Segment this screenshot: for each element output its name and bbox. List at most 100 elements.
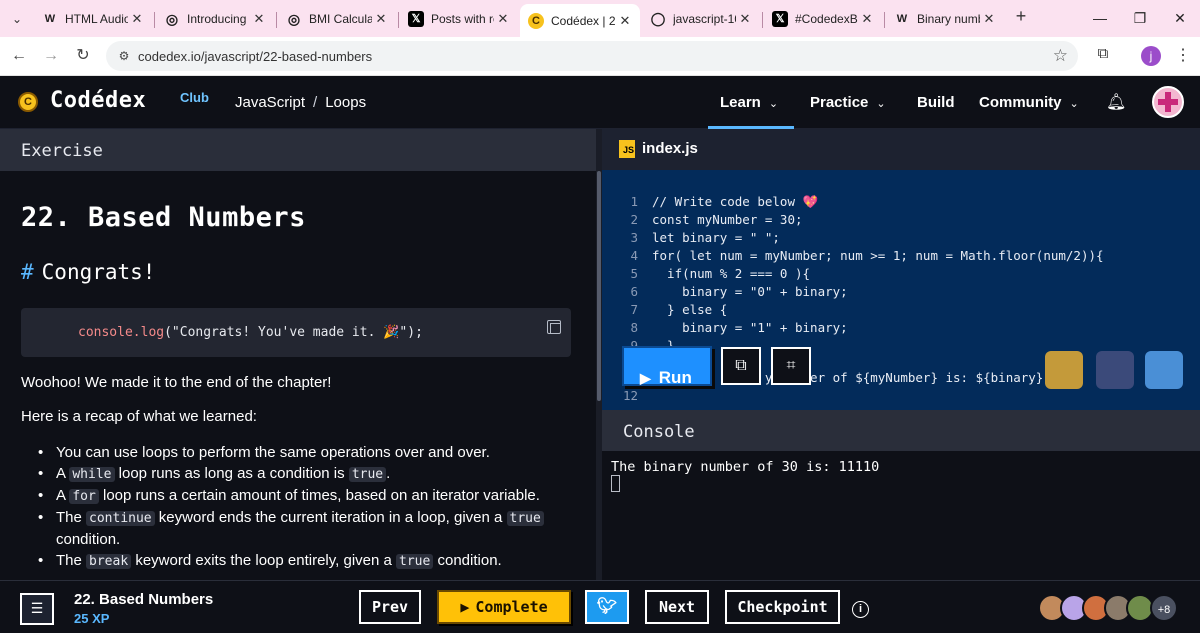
- breadcrumb: JavaScript / Loops: [235, 94, 367, 111]
- reload-icon[interactable]: ↻: [72, 45, 94, 67]
- minimize-icon[interactable]: —: [1080, 6, 1120, 30]
- info-icon[interactable]: i: [852, 601, 869, 618]
- restore-icon[interactable]: ❐: [1120, 6, 1160, 30]
- section-heading: # Congrats!: [21, 260, 156, 284]
- club-badge[interactable]: Club: [180, 90, 209, 105]
- close-icon[interactable]: ✕: [858, 11, 876, 27]
- exercise-header: Exercise: [0, 129, 596, 171]
- menu-list-button[interactable]: ☰: [20, 593, 54, 625]
- code-line: 6 binary = "0" + binary;: [630, 284, 848, 299]
- code-line: 1// Write code below 💖: [630, 194, 819, 209]
- prev-button[interactable]: Prev: [359, 590, 421, 624]
- nav-build[interactable]: Build: [917, 94, 955, 111]
- browser-menu-icon[interactable]: ⋮: [1175, 45, 1191, 65]
- nav-practice[interactable]: Practice ⌄: [810, 94, 886, 111]
- url-text[interactable]: codedex.io/javascript/22-based-numbers: [138, 49, 372, 64]
- recap-intro: Here is a recap of what we learned:: [21, 408, 257, 425]
- openai-icon: ◎: [165, 11, 179, 27]
- notification-bell-icon[interactable]: 🔔︎: [1106, 92, 1126, 112]
- close-icon[interactable]: ✕: [128, 11, 146, 27]
- tab-label: javascript-10: [673, 12, 736, 26]
- copy-code-button[interactable]: ⧉: [721, 347, 761, 385]
- back-icon[interactable]: ←: [8, 45, 30, 67]
- close-icon[interactable]: ✕: [616, 13, 634, 29]
- scrollbar-thumb[interactable]: [597, 171, 601, 401]
- javascript-file-icon: JS: [619, 140, 635, 158]
- code-line: 7 } else {: [630, 302, 728, 317]
- next-button[interactable]: Next: [645, 590, 709, 624]
- tab-label: #CodedexBa: [795, 12, 858, 26]
- intro-text: Woohoo! We made it to the end of the cha…: [21, 374, 332, 391]
- viewer-avatar[interactable]: [1096, 351, 1134, 389]
- play-icon: ▶: [460, 598, 470, 616]
- x-logo-icon: 𝕏: [408, 11, 424, 27]
- checkpoint-button[interactable]: Checkpoint: [725, 590, 840, 624]
- chevron-down-icon: ⌄: [876, 98, 886, 110]
- play-icon: ▶: [640, 370, 651, 386]
- close-icon[interactable]: ✕: [494, 11, 512, 27]
- lesson-pane: Exercise 22. Based Numbers # Congrats! co…: [0, 129, 596, 580]
- screenshot-button[interactable]: ⌗: [771, 347, 811, 385]
- openai-icon: ◎: [287, 11, 301, 27]
- nav-community[interactable]: Community ⌄: [979, 94, 1079, 111]
- console-output: The binary number of 30 is: 11110: [611, 459, 880, 475]
- chevron-down-icon: ⌄: [768, 98, 779, 110]
- tab-search-icon[interactable]: ⌄: [6, 8, 28, 30]
- camera-icon: ⌗: [786, 357, 796, 374]
- close-icon[interactable]: ✕: [372, 11, 390, 27]
- browser-tab-bar: ⌄ W HTML Audio ✕ ◎ Introducing C ✕ ◎ BMI…: [0, 0, 1200, 37]
- copy-icon[interactable]: [547, 320, 561, 334]
- browser-tab[interactable]: ◯ javascript-10 ✕: [642, 5, 760, 33]
- new-tab-button[interactable]: +: [1011, 6, 1031, 28]
- github-icon: ◯: [650, 11, 666, 26]
- browser-tab[interactable]: ◎ BMI Calculat ✕: [278, 5, 396, 33]
- viewer-avatar[interactable]: [1145, 351, 1183, 389]
- list-item: A while loop runs as long as a condition…: [38, 463, 583, 485]
- breadcrumb-course[interactable]: JavaScript: [235, 94, 305, 111]
- profile-avatar[interactable]: j: [1141, 46, 1161, 66]
- site-logo[interactable]: Codédex: [50, 88, 146, 113]
- user-avatar[interactable]: [1152, 86, 1184, 118]
- console-label: Console: [623, 422, 695, 442]
- list-item: A for loop runs a certain amount of time…: [38, 485, 583, 507]
- editor-header: JS index.js: [602, 129, 1200, 170]
- nav-learn[interactable]: Learn ⌄: [720, 94, 778, 111]
- list-item: The continue keyword ends the current it…: [38, 507, 583, 550]
- complete-button[interactable]: ▶ Complete: [437, 590, 571, 624]
- close-icon[interactable]: ✕: [250, 11, 268, 27]
- forward-icon[interactable]: →: [40, 45, 62, 67]
- console-pane: Console The binary number of 30 is: 1111…: [602, 410, 1200, 580]
- codedex-logo-icon[interactable]: C: [18, 92, 38, 112]
- browser-tab[interactable]: 𝕏 Posts with re ✕: [400, 5, 518, 33]
- wikipedia-icon: W: [896, 13, 908, 25]
- browser-tab[interactable]: ◎ Introducing C ✕: [156, 5, 274, 33]
- viewer-avatar[interactable]: [1045, 351, 1083, 389]
- code-line: 2 const myNumber = 30;: [630, 212, 803, 227]
- footer-bar: ☰ 22. Based Numbers 25 XP Prev ▶ Complete…: [0, 580, 1200, 633]
- browser-tab[interactable]: 𝕏 #CodedexBa ✕: [764, 5, 882, 33]
- tab-label: HTML Audio: [65, 12, 128, 26]
- browser-tab[interactable]: W Binary numb ✕: [886, 5, 1004, 33]
- twitter-share-button[interactable]: 🐦︎: [585, 590, 629, 624]
- close-icon[interactable]: ✕: [980, 11, 998, 27]
- site-info-icon[interactable]: ⚙: [116, 48, 132, 64]
- bookmark-star-icon[interactable]: ☆: [1053, 46, 1068, 66]
- footer-lesson-title: 22. Based Numbers: [74, 591, 214, 608]
- lesson-title: 22. Based Numbers: [21, 202, 306, 233]
- run-button[interactable]: ▶ Run: [622, 346, 712, 387]
- close-window-icon[interactable]: ✕: [1160, 6, 1200, 30]
- editor-filename: index.js: [642, 140, 698, 157]
- address-bar[interactable]: ⚙ codedex.io/javascript/22-based-numbers…: [106, 41, 1078, 71]
- code-line: 4 for( let num = myNumber; num >= 1; num …: [630, 248, 1104, 263]
- tab-label: Binary numb: [917, 12, 980, 26]
- breadcrumb-chapter[interactable]: Loops: [325, 94, 366, 111]
- extensions-icon[interactable]: ⧉: [1093, 45, 1113, 65]
- browser-tab-active[interactable]: C Codédex | 2 ✕: [520, 4, 640, 37]
- more-avatars-count[interactable]: +8: [1150, 594, 1178, 622]
- site-header: C Codédex Club JavaScript / Loops Learn ⌄ P…: [0, 76, 1200, 129]
- tab-label: Posts with re: [431, 12, 494, 26]
- close-icon[interactable]: ✕: [736, 11, 754, 27]
- console-input-caret[interactable]: [611, 475, 620, 492]
- tab-label: Codédex | 2: [551, 13, 616, 28]
- browser-tab[interactable]: W HTML Audio ✕: [34, 5, 152, 33]
